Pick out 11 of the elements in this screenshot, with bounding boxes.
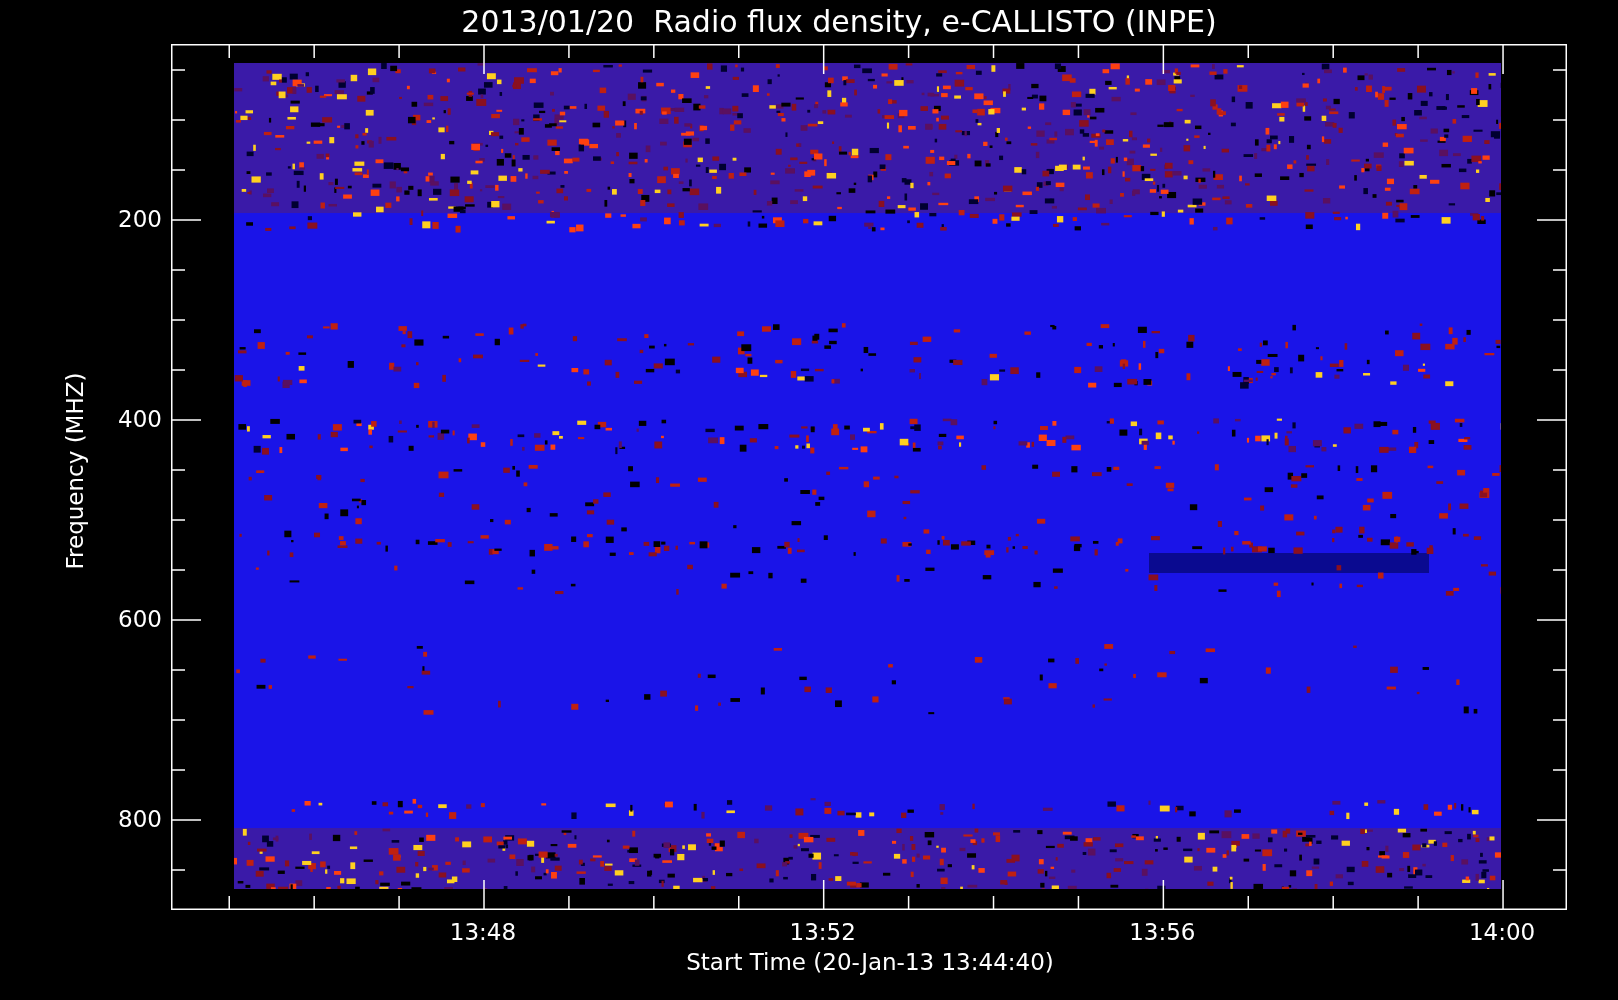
y-tick-label: 400 <box>118 406 162 432</box>
x-tick-label: 13:52 <box>789 919 856 945</box>
y-tick-label: 600 <box>118 606 162 632</box>
y-tick-label: 800 <box>118 806 162 832</box>
chart-title: 2013/01/20 Radio flux density, e-CALLISTO (INPE) <box>461 4 1217 39</box>
x-axis-label: Start Time (20-Jan-13 13:44:40) <box>686 949 1054 975</box>
x-tick-label: 14:00 <box>1468 919 1536 945</box>
y-tick-label: 200 <box>118 206 162 232</box>
x-tick-label: 13:48 <box>449 919 517 945</box>
x-tick-label: 13:56 <box>1129 919 1196 945</box>
y-axis-label: Frequency (MHZ) <box>62 372 88 570</box>
